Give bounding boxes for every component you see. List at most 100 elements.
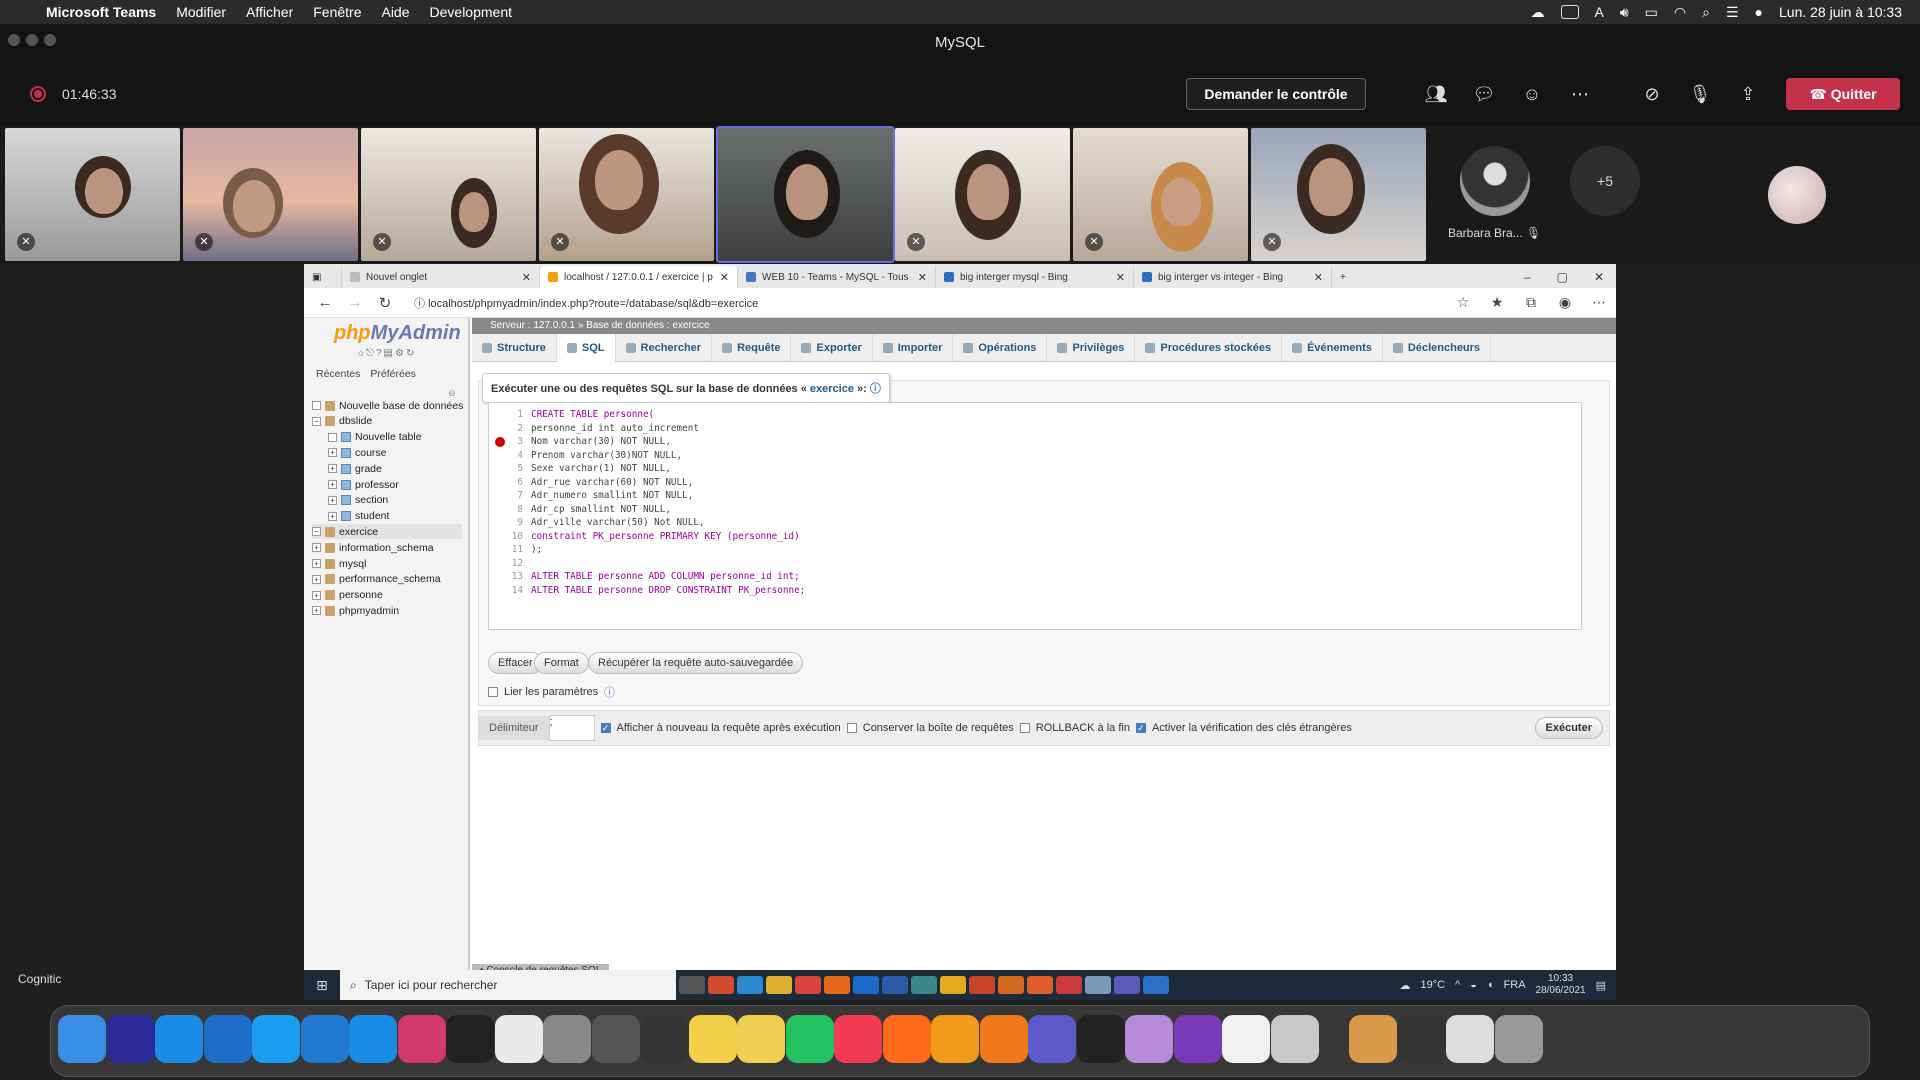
- reactions-icon[interactable]: ☺: [1520, 82, 1544, 106]
- code-line[interactable]: constraint PK_personne PRIMARY KEY (pers…: [531, 529, 800, 546]
- close-tab-icon[interactable]: ✕: [720, 271, 729, 284]
- vscode-icon[interactable]: [300, 1015, 349, 1063]
- windows-clock[interactable]: 10:33 28/06/2021: [1536, 973, 1586, 997]
- add-favorite-icon[interactable]: ☆: [1446, 294, 1480, 311]
- forward-icon[interactable]: →: [340, 294, 370, 311]
- bind-params-checkbox[interactable]: [488, 687, 498, 697]
- new-tab-button[interactable]: +: [1332, 266, 1362, 288]
- expand-toggle-icon[interactable]: −: [312, 416, 321, 426]
- collections-icon[interactable]: ⧉: [1514, 294, 1548, 311]
- browser-tab[interactable]: WEB 10 - Teams - MySQL - Tous ✕: [738, 266, 936, 288]
- docs-icon[interactable]: ▤: [384, 348, 395, 359]
- whatsapp-icon[interactable]: [785, 1015, 834, 1063]
- participant-video[interactable]: ✕: [1251, 128, 1426, 261]
- expand-toggle-icon[interactable]: +: [328, 495, 337, 505]
- browser-tab[interactable]: Nouvel onglet ✕: [342, 266, 540, 288]
- db-tree-item[interactable]: Nouvelle table: [328, 430, 422, 445]
- volume-icon[interactable]: ◖: [1487, 979, 1494, 991]
- expand-toggle-icon[interactable]: +: [312, 574, 321, 584]
- expand-toggle-icon[interactable]: +: [312, 590, 321, 600]
- cloud-icon[interactable]: ☁: [1531, 4, 1545, 21]
- browser-tab[interactable]: big interger mysql - Bing ✕: [936, 266, 1134, 288]
- gear-icon[interactable]: ⚙: [395, 348, 406, 359]
- app-icon[interactable]: [1027, 976, 1053, 994]
- trash-icon[interactable]: [1494, 1015, 1543, 1063]
- participant-video[interactable]: ✕: [183, 128, 358, 261]
- db-tree-item[interactable]: + phpmyadmin: [312, 603, 399, 618]
- teams-icon[interactable]: [1114, 976, 1140, 994]
- volume-icon[interactable]: 🔊︎: [1620, 4, 1629, 21]
- firefox-icon[interactable]: [824, 976, 850, 994]
- weather-icon[interactable]: ☁: [1399, 979, 1410, 992]
- illustrator-icon[interactable]: [882, 1015, 931, 1063]
- notes-icon[interactable]: [688, 1015, 737, 1063]
- expand-toggle-icon[interactable]: +: [328, 480, 337, 489]
- recent-tab[interactable]: Récentes: [316, 368, 360, 380]
- participant-video[interactable]: ✕: [1073, 128, 1248, 261]
- wifi-icon[interactable]: ◠: [1674, 4, 1686, 21]
- expand-toggle-icon[interactable]: [312, 401, 321, 410]
- minimize-icon[interactable]: –: [1524, 270, 1531, 284]
- screens-icon[interactable]: [1446, 1015, 1494, 1063]
- launchpad-icon[interactable]: [397, 1015, 446, 1063]
- windows-start-icon[interactable]: ⊞: [304, 977, 340, 994]
- participant-video[interactable]: ✕: [895, 128, 1070, 261]
- books-icon[interactable]: [931, 1015, 979, 1063]
- db-tree-item[interactable]: Nouvelle base de données: [312, 398, 463, 413]
- participant-video[interactable]: ✕: [5, 128, 180, 261]
- mic-off-icon[interactable]: 🎙︎: [1688, 82, 1712, 106]
- back-icon[interactable]: ←: [310, 294, 340, 311]
- menu-aide[interactable]: Aide: [381, 4, 409, 20]
- creative-cloud-icon[interactable]: [1560, 5, 1579, 19]
- chat-icon[interactable]: 💬︎: [1472, 82, 1496, 106]
- favorites-tab[interactable]: Préférées: [370, 368, 416, 380]
- request-control-button[interactable]: Demander le contrôle: [1186, 78, 1366, 110]
- office-icon[interactable]: [708, 976, 734, 994]
- app-icon[interactable]: [911, 976, 937, 994]
- pma-tab-requete[interactable]: Requête: [712, 333, 792, 362]
- menubar-clock[interactable]: Lun. 28 juin à 10:33: [1779, 4, 1902, 20]
- rollback-checkbox[interactable]: [1019, 723, 1030, 733]
- tab-actions-button[interactable]: ▣: [304, 266, 342, 288]
- explorer-icon[interactable]: [766, 976, 792, 994]
- expand-toggle-icon[interactable]: −: [312, 527, 321, 537]
- db-tree-item[interactable]: + grade: [328, 461, 382, 476]
- participant-avatar[interactable]: [1460, 146, 1530, 216]
- notifications-icon[interactable]: ▤: [1596, 979, 1606, 992]
- battery-icon[interactable]: ▭: [1645, 4, 1658, 21]
- pma-tab-structure[interactable]: Structure: [472, 333, 557, 362]
- leave-meeting-button[interactable]: ☎ Quitter: [1786, 78, 1900, 110]
- db-tree-item[interactable]: − dbslide: [312, 414, 372, 429]
- preview-icon[interactable]: [1270, 1015, 1319, 1063]
- participant-video[interactable]: ✕: [539, 128, 714, 261]
- execute-button[interactable]: Exécuter: [1534, 717, 1603, 739]
- language-indicator[interactable]: FRA: [1504, 979, 1526, 991]
- expand-toggle-icon[interactable]: +: [312, 559, 321, 568]
- pma-tab-operations[interactable]: Opérations: [953, 333, 1048, 362]
- close-tab-icon[interactable]: ✕: [918, 271, 927, 284]
- browser-tab[interactable]: big interger vs integer - Bing ✕: [1134, 266, 1332, 288]
- dictionary-icon[interactable]: [106, 1015, 155, 1063]
- reload-icon[interactable]: ↻: [406, 348, 416, 359]
- utilities-icon[interactable]: [494, 1015, 543, 1063]
- menu-app-name[interactable]: Microsoft Teams: [46, 4, 156, 20]
- powerbi-icon[interactable]: [940, 976, 966, 994]
- finder-icon[interactable]: [58, 1015, 106, 1063]
- zoom-window-button[interactable]: [44, 34, 56, 46]
- code-line[interactable]: );: [531, 542, 542, 559]
- settings-more-icon[interactable]: ⋯: [1582, 294, 1616, 311]
- db-tree-item[interactable]: + personne: [312, 588, 383, 603]
- more-actions-icon[interactable]: ⋯: [1568, 82, 1592, 106]
- logout-icon[interactable]: ⎋: [366, 348, 376, 359]
- restore-query-button[interactable]: Récupérer la requête auto-sauvegardée: [588, 652, 804, 674]
- code-line[interactable]: ALTER TABLE personne DROP CONSTRAINT PK_…: [531, 583, 805, 600]
- system-preferences-icon[interactable]: [543, 1015, 591, 1063]
- help-icon[interactable]: ⓘ: [870, 383, 881, 395]
- help-icon[interactable]: ⓘ: [604, 684, 615, 700]
- onenote-icon[interactable]: [1173, 1015, 1222, 1063]
- outlook-icon[interactable]: [203, 1015, 252, 1063]
- safari-icon[interactable]: [252, 1015, 300, 1063]
- chrome-icon[interactable]: [795, 976, 821, 994]
- pma-tab-declencheurs[interactable]: Déclencheurs: [1383, 333, 1492, 362]
- expand-toggle-icon[interactable]: +: [328, 511, 337, 521]
